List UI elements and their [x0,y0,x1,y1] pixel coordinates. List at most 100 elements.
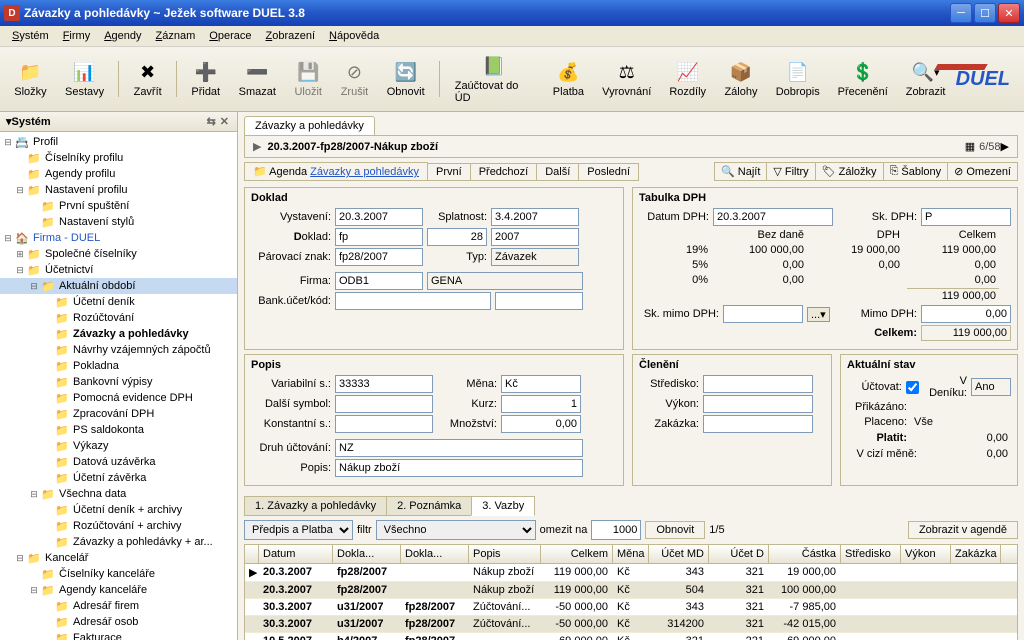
bank-code-input[interactable] [495,292,583,310]
vykon-input[interactable] [703,395,813,413]
tree-item[interactable]: ⊟🏠Firma - DUEL [0,230,237,246]
tree-item[interactable]: 📁Datová uzávěrka [0,454,237,470]
tab-zavazky[interactable]: 1. Závazky a pohledávky [244,496,387,516]
tree-item[interactable]: 📁Rozúčtování [0,310,237,326]
grid-col-header[interactable]: Datum [259,545,333,563]
grid-row[interactable]: 10.5.2007b4/2007fp28/200769 000,00Kč3212… [245,633,1017,640]
var-input[interactable] [335,375,433,393]
toolbar-zavrit[interactable]: ✖Zavřít [125,57,170,101]
filter-value-select[interactable]: Všechno [376,520,536,540]
sidebar-pin-icon[interactable]: ⇆ [205,115,218,128]
tree-item[interactable]: 📁Bankovní výpisy [0,374,237,390]
menu-nápověda[interactable]: Nápověda [323,28,385,44]
popis-input[interactable] [335,459,583,477]
toolbar-zrusit[interactable]: ⊘Zrušit [332,57,376,101]
toolbar-dobropis[interactable]: 📄Dobropis [768,57,828,101]
toolbar-ulozit[interactable]: 💾Uložit [286,57,330,101]
tree-item[interactable]: 📁Pomocná evidence DPH [0,390,237,406]
menu-systém[interactable]: Systém [6,28,55,44]
menu-agendy[interactable]: Agendy [98,28,147,44]
parznak-input[interactable] [335,248,423,266]
menu-firmy[interactable]: Firmy [57,28,97,44]
tree-item[interactable]: 📁Fakturace [0,630,237,640]
skmimo-lookup-button[interactable]: ...▾ [807,307,830,322]
toolbar-obnovit[interactable]: 🔄Obnovit [379,57,433,101]
tree-item[interactable]: 📁Agendy profilu [0,166,237,182]
grid-col-header[interactable]: Popis [469,545,541,563]
tree-item[interactable]: 📁Návrhy vzájemných zápočtů [0,342,237,358]
bank-account-input[interactable] [335,292,491,310]
stredisko-input[interactable] [703,375,813,393]
tree-item[interactable]: ⊟📁Účetnictví [0,262,237,278]
nav-first[interactable]: První [427,163,471,181]
datum-dph-input[interactable] [713,208,833,226]
skmimo-input[interactable] [723,305,803,323]
find-button[interactable]: 🔍Najít [714,162,767,181]
grid-col-header[interactable]: Měna [613,545,649,563]
tree-item[interactable]: 📁Číselníky profilu [0,150,237,166]
tree-item[interactable]: 📁Rozúčtování + archivy [0,518,237,534]
grid-col-header[interactable]: Dokla... [333,545,401,563]
doklad-year-input[interactable] [491,228,579,246]
menu-operace[interactable]: Operace [203,28,257,44]
zakazka-input[interactable] [703,415,813,433]
tab-poznamka[interactable]: 2. Poznámka [386,496,472,516]
uctovat-checkbox[interactable] [906,381,919,394]
nav-prev[interactable]: Předchozí [470,163,538,181]
tree-item[interactable]: ⊟📁Nastavení profilu [0,182,237,198]
tree-item[interactable]: 📁PS saldokonta [0,422,237,438]
tree-item[interactable]: 📁Výkazy [0,438,237,454]
tree-item[interactable]: ⊞📁Společné číselníky [0,246,237,262]
nav-last[interactable]: Poslední [578,163,639,181]
templates-button[interactable]: ⎘Šablony [883,162,949,181]
grid-row[interactable]: ▶20.3.2007fp28/2007Nákup zboží119 000,00… [245,564,1017,582]
splatnost-input[interactable] [491,208,579,226]
agenda-link[interactable]: Závazky a pohledávky [310,166,419,178]
grid-col-header[interactable]: Účet D [709,545,769,563]
obnovit-button[interactable]: Obnovit [645,521,705,539]
maximize-button[interactable]: ☐ [974,3,996,23]
kurz-input[interactable] [501,395,581,413]
nav-tree[interactable]: ⊟📇Profil📁Číselníky profilu📁Agendy profil… [0,132,237,640]
minimize-button[interactable]: ─ [950,3,972,23]
tree-item[interactable]: 📁První spuštění [0,198,237,214]
vazby-grid[interactable]: DatumDokla...Dokla...PopisCelkemMěnaÚčet… [244,544,1018,640]
grid-col-header[interactable]: Částka [769,545,841,563]
tree-item[interactable]: ⊟📁Všechna data [0,486,237,502]
mena-input[interactable] [501,375,581,393]
close-button[interactable]: ✕ [998,3,1020,23]
doklad-prefix-input[interactable] [335,228,423,246]
toolbar-preceneni[interactable]: 💲Přecenění [830,57,896,101]
druh-input[interactable] [335,439,583,457]
record-next-icon[interactable]: ▶ [1001,140,1009,153]
bookmarks-button[interactable]: 🏷Záložky [815,162,884,181]
konst-input[interactable] [335,415,433,433]
tree-item[interactable]: 📁Číselníky kanceláře [0,566,237,582]
tree-item[interactable]: ⊟📁Agendy kanceláře [0,582,237,598]
tab-vazby[interactable]: 3. Vazby [471,496,535,516]
toolbar-zauctvoat[interactable]: 📗Zaúčtovat do ÚD [446,51,543,107]
filter-type-select[interactable]: Předpis a Platba [244,520,353,540]
mimo-input[interactable] [921,305,1011,323]
toolbar-smazat[interactable]: ➖Smazat [230,57,284,101]
vystaveni-input[interactable] [335,208,423,226]
limit-button[interactable]: ⊘Omezení [947,162,1018,181]
filters-button[interactable]: ▽Filtry [766,162,815,181]
zobrazit-agendu-button[interactable]: Zobrazit v agendě [908,521,1018,539]
grid-col-header[interactable]: Dokla... [401,545,469,563]
nav-next[interactable]: Další [536,163,579,181]
toolbar-zalohy[interactable]: 📦Zálohy [716,57,766,101]
tree-item[interactable]: 📁Účetní deník [0,294,237,310]
grid-col-header[interactable] [245,545,259,563]
mnoz-input[interactable] [501,415,581,433]
tree-item[interactable]: 📁Závazky a pohledávky + ar... [0,534,237,550]
toolbar-pridat[interactable]: ➕Přidat [183,57,228,101]
toolbar-slozky[interactable]: 📁Složky [6,57,55,101]
tree-item[interactable]: 📁Účetní závěrka [0,470,237,486]
tree-item[interactable]: 📁Zpracování DPH [0,406,237,422]
tree-item[interactable]: 📁Nastavení stylů [0,214,237,230]
grid-col-header[interactable]: Účet MD [649,545,709,563]
sidebar-close-icon[interactable]: ✕ [218,115,231,128]
toolbar-vyrovnani[interactable]: ⚖Vyrovnání [594,57,659,101]
tree-item[interactable]: 📁Adresář firem [0,598,237,614]
